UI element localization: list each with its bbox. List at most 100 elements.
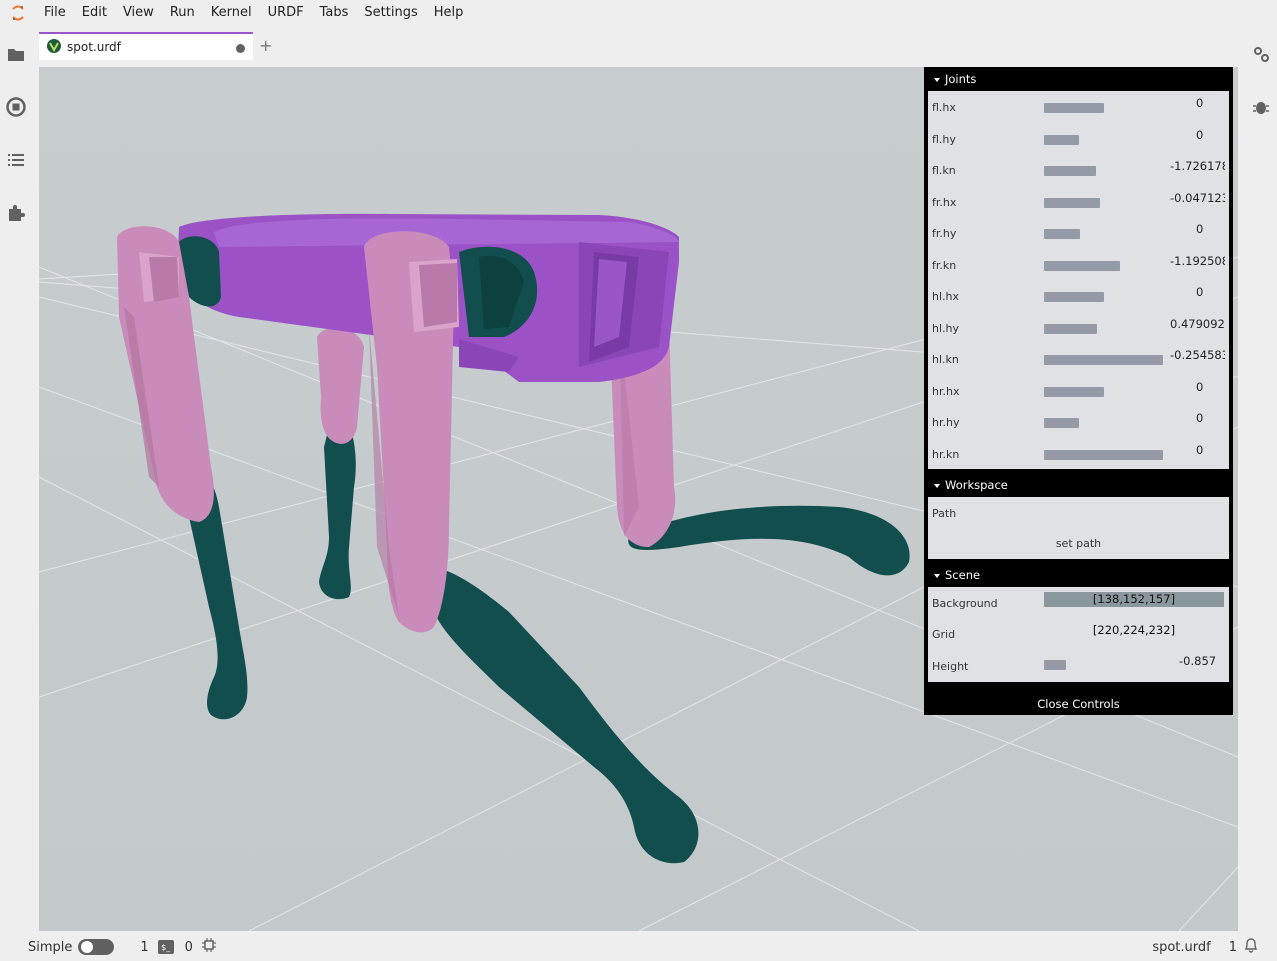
add-tab-icon[interactable]: +: [259, 36, 272, 55]
height-value[interactable]: -0.857: [1179, 654, 1216, 668]
notification-count[interactable]: 1: [1229, 940, 1237, 955]
robot-file-icon: [47, 38, 61, 57]
joint-value[interactable]: 0: [1170, 222, 1225, 236]
joint-value[interactable]: 0: [1170, 128, 1225, 142]
joint-slider-fill: [1044, 103, 1104, 113]
scene-folder-header[interactable]: Scene: [924, 563, 1233, 587]
scene-folder: Background [138,152,157] Grid [220,224,2…: [928, 587, 1229, 682]
joint-value[interactable]: 0: [1170, 96, 1225, 110]
joint-label: hr.hx: [932, 384, 960, 398]
joint-slider-fill: [1044, 323, 1097, 334]
joint-slider-fill: [1044, 418, 1079, 428]
toggle-knob: [81, 941, 94, 953]
joint-row-fr-hy: fr.hy 0: [928, 217, 1229, 249]
joint-value[interactable]: -0.047123: [1170, 191, 1225, 205]
kernel-count[interactable]: 0: [185, 940, 193, 955]
rear-left-upper-leg: [317, 327, 364, 444]
tab-spot-urdf[interactable]: spot.urdf: [39, 32, 253, 60]
height-slider[interactable]: [1044, 660, 1164, 670]
terminal-icon[interactable]: $_: [157, 940, 174, 954]
menu-file[interactable]: File: [36, 0, 74, 26]
joint-value[interactable]: 0: [1170, 411, 1225, 425]
height-label: Height: [932, 660, 969, 673]
joint-slider-fill: [1044, 134, 1079, 145]
menu-settings[interactable]: Settings: [356, 0, 425, 26]
workspace-title: Workspace: [945, 478, 1008, 492]
joint-row-hl-hx: hl.hx 0: [928, 280, 1229, 312]
joint-label: fr.hy: [932, 227, 957, 240]
extensions-icon[interactable]: [6, 203, 26, 223]
workspace-folder-header[interactable]: Workspace: [924, 473, 1233, 497]
table-of-contents-icon[interactable]: [6, 150, 26, 170]
joint-slider[interactable]: [1044, 418, 1164, 428]
status-bar: Simple 1 $_ 0 spot.urdf 1: [0, 933, 1277, 961]
joint-label: fr.hx: [932, 195, 957, 209]
joint-value[interactable]: -1.1925084: [1170, 254, 1225, 268]
joint-label: fl.hy: [932, 132, 956, 146]
joint-slider[interactable]: [1044, 449, 1164, 460]
menu-tabs[interactable]: Tabs: [312, 0, 357, 26]
joint-row-hr-hx: hr.hx 0: [928, 375, 1229, 407]
scene-title: Scene: [945, 568, 981, 582]
folder-icon[interactable]: [6, 44, 26, 64]
background-color-picker[interactable]: [138,152,157]: [1044, 592, 1224, 607]
joint-slider[interactable]: [1044, 229, 1164, 239]
debugger-icon[interactable]: [1251, 97, 1271, 117]
joint-row-fl-hy: fl.hy 0: [928, 123, 1229, 155]
kernel-icon[interactable]: [201, 938, 216, 956]
running-sessions-icon[interactable]: [6, 97, 26, 117]
simple-mode-label: Simple: [28, 939, 73, 955]
joint-label: hl.hx: [932, 290, 960, 303]
joint-value[interactable]: 0: [1170, 285, 1225, 299]
joint-row-fl-kn: fl.kn -1.7261786: [928, 154, 1229, 186]
joint-slider-fill: [1044, 260, 1120, 271]
menu-run[interactable]: Run: [162, 0, 203, 26]
joints-folder-header[interactable]: Joints: [924, 67, 1233, 91]
menu-edit[interactable]: Edit: [74, 0, 115, 26]
joint-slider[interactable]: [1044, 103, 1164, 113]
menu-urdf[interactable]: URDF: [260, 0, 312, 26]
unsaved-indicator-icon[interactable]: [236, 44, 245, 53]
joint-value[interactable]: -1.7261786: [1170, 159, 1225, 173]
grid-color-picker[interactable]: [220,224,232]: [1044, 623, 1224, 638]
terminal-count[interactable]: 1: [140, 940, 148, 955]
property-inspector-icon[interactable]: [1251, 44, 1271, 64]
joint-row-hr-kn: hr.kn 0: [928, 438, 1229, 470]
menubar: File Edit View Run Kernel URDF Tabs Sett…: [0, 0, 1277, 26]
joint-slider[interactable]: [1044, 386, 1164, 397]
joint-slider-fill: [1044, 449, 1163, 460]
joint-slider-fill: [1044, 386, 1104, 397]
joint-slider[interactable]: [1044, 355, 1164, 365]
joint-slider[interactable]: [1044, 292, 1164, 302]
joint-value[interactable]: -0.254583: [1170, 348, 1225, 362]
current-file-name: spot.urdf: [1152, 939, 1211, 955]
joint-value[interactable]: 0: [1170, 443, 1225, 457]
joint-slider[interactable]: [1044, 134, 1164, 145]
joint-label: hr.hy: [932, 416, 960, 429]
joint-label: hl.hy: [932, 321, 960, 335]
joint-slider[interactable]: [1044, 260, 1164, 271]
joint-slider-fill: [1044, 229, 1080, 239]
joint-label: fl.hx: [932, 101, 956, 114]
tab-label: spot.urdf: [67, 40, 121, 54]
joint-label: hr.kn: [932, 447, 960, 461]
joint-slider[interactable]: [1044, 197, 1164, 208]
menu-view[interactable]: View: [115, 0, 162, 26]
simple-mode-toggle[interactable]: [78, 939, 115, 955]
close-controls-button[interactable]: Close Controls: [924, 693, 1233, 715]
joints-title: Joints: [945, 72, 977, 86]
joint-row-hl-hy: hl.hy 0.4790928: [928, 312, 1229, 344]
menu-help[interactable]: Help: [426, 0, 472, 26]
set-path-button[interactable]: set path: [928, 537, 1229, 550]
workspace-folder: Path set path: [928, 497, 1229, 559]
joint-slider[interactable]: [1044, 323, 1164, 334]
joint-label: fr.kn: [932, 258, 957, 272]
background-label: Background: [932, 597, 998, 610]
joint-row-fl-hx: fl.hx 0: [928, 91, 1229, 123]
joint-label: fl.kn: [932, 164, 956, 177]
joint-value[interactable]: 0: [1170, 380, 1225, 394]
menu-kernel[interactable]: Kernel: [203, 0, 260, 26]
bell-icon[interactable]: [1243, 937, 1259, 957]
joint-value[interactable]: 0.4790928: [1170, 317, 1225, 331]
joint-slider[interactable]: [1044, 166, 1164, 176]
